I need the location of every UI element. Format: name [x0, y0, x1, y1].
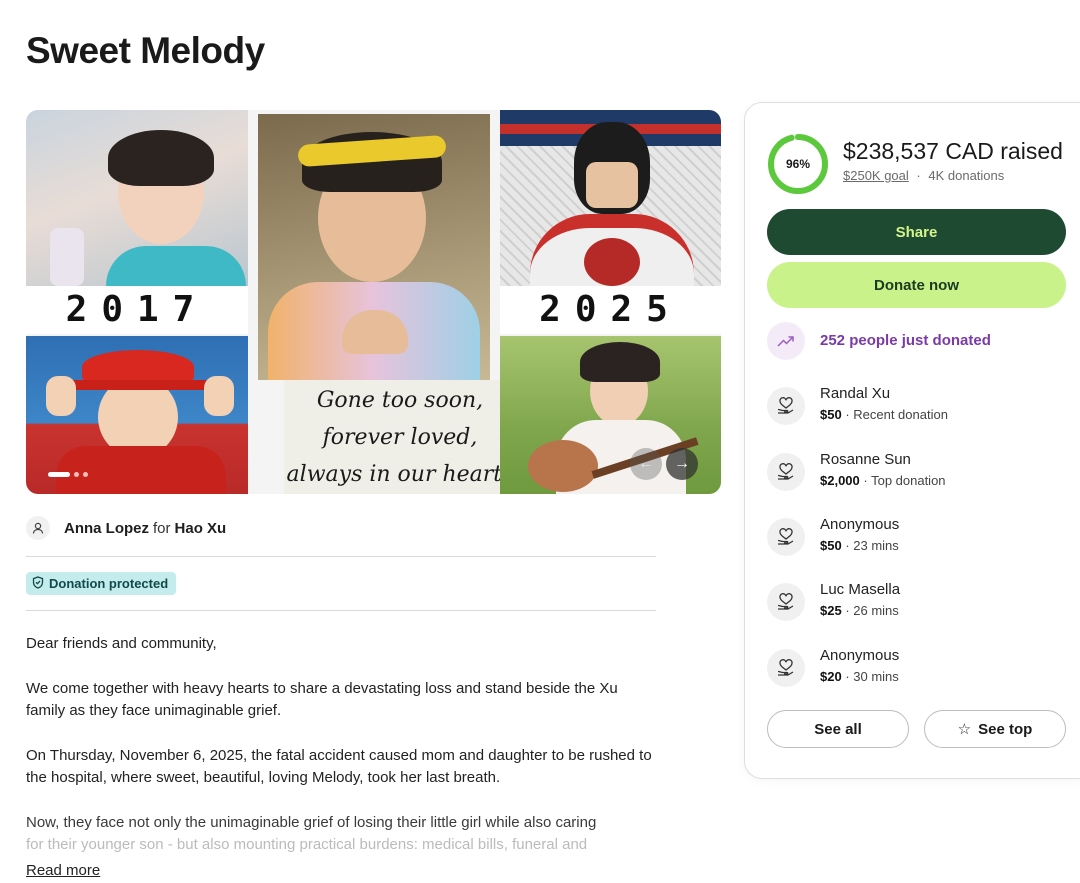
donation-list-item[interactable]: Anonymous $20 · 30 mins — [767, 647, 1067, 691]
story-text: Dear friends and community, We come toge… — [26, 633, 656, 856]
photo-gallery[interactable]: 2017 Gone too soon, forever loved, alway… — [26, 110, 721, 494]
donor-name: Rosanne Sun — [820, 451, 911, 468]
badge-label: Donation protected — [49, 576, 169, 591]
recent-donors-text: 252 people just donated — [820, 332, 991, 349]
trending-up-icon — [767, 322, 805, 360]
heart-hand-icon — [767, 453, 805, 491]
year-label-right: 2025 — [500, 286, 721, 334]
donation-detail: $50 · 23 mins — [820, 538, 899, 553]
gallery-next-button[interactable]: → — [666, 448, 698, 480]
gallery-caption: Gone too soon, forever loved, always in … — [284, 380, 516, 494]
donor-name: Luc Masella — [820, 581, 901, 598]
see-all-label: See all — [814, 720, 862, 738]
amount-raised: $238,537 CAD raised — [843, 138, 1063, 164]
shield-icon — [32, 575, 44, 592]
story-paragraph: We come together with heavy hearts to sh… — [26, 680, 618, 719]
photo-red-hat — [26, 336, 248, 494]
arrow-right-icon: → — [674, 455, 690, 472]
donation-list-item[interactable]: Randal Xu $50 · Recent donation — [767, 385, 1067, 429]
donation-note: · 30 mins — [841, 669, 899, 684]
goal-separator: · — [916, 168, 921, 183]
donation-detail: $20 · 30 mins — [820, 669, 899, 684]
person-icon — [26, 516, 50, 540]
donation-detail: $50 · Recent donation — [820, 407, 948, 422]
star-icon: ☆ — [957, 721, 972, 738]
beneficiary-name[interactable]: Hao Xu — [175, 520, 227, 537]
goal-amount[interactable]: $250K goal — [843, 168, 909, 183]
donation-amount: $25 — [820, 603, 842, 618]
donation-note: · 23 mins — [841, 538, 899, 553]
heart-hand-icon — [767, 387, 805, 425]
donation-card: 96% $238,537 CAD raised $250K goal · 4K … — [744, 102, 1080, 779]
divider — [26, 610, 656, 611]
gallery-prev-button[interactable]: ← — [630, 448, 662, 480]
heart-hand-icon — [767, 518, 805, 556]
see-top-label: See top — [978, 720, 1033, 738]
donation-note: · Recent donation — [841, 407, 948, 422]
caption-line-3: always in our hearts — [286, 462, 514, 487]
organizer-name[interactable]: Anna Lopez — [64, 520, 149, 537]
donation-note: · Top donation — [859, 473, 946, 488]
donation-protected-badge[interactable]: Donation protected — [26, 572, 177, 595]
page-title: Sweet Melody — [26, 30, 265, 71]
progress-percent: 96% — [785, 157, 811, 171]
caption-line-1: Gone too soon, — [316, 388, 484, 413]
heart-hand-icon — [767, 583, 805, 621]
divider — [26, 556, 656, 557]
story-paragraph-faded: for their younger son - but also mountin… — [26, 836, 588, 853]
arrow-left-icon: ← — [638, 455, 654, 472]
see-top-button[interactable]: ☆ See top — [924, 710, 1066, 748]
donor-name: Randal Xu — [820, 385, 891, 402]
goal-line: $250K goal · 4K donations — [843, 168, 1004, 183]
share-button[interactable]: Share — [767, 209, 1066, 255]
carousel-dots — [48, 472, 88, 477]
donation-amount: $50 — [820, 538, 842, 553]
carousel-dot[interactable] — [83, 472, 88, 477]
carousel-dot[interactable] — [48, 472, 70, 477]
donation-list-item[interactable]: Luc Masella $25 · 26 mins — [767, 581, 1067, 625]
read-more-link[interactable]: Read more — [26, 862, 100, 879]
organizer-row: Anna Lopez for Hao Xu — [26, 516, 226, 540]
story-paragraph: On Thursday, November 6, 2025, the fatal… — [26, 747, 652, 786]
donation-detail: $2,000 · Top donation — [820, 473, 946, 488]
donation-amount: $50 — [820, 407, 842, 422]
heart-hand-icon — [767, 649, 805, 687]
story-paragraph-faded: Now, they face not only the unimaginable… — [26, 814, 597, 831]
donor-name: Anonymous — [820, 647, 900, 664]
photo-toddler-2017 — [26, 110, 248, 286]
donation-amount: $2,000 — [820, 473, 860, 488]
donation-amount: $20 — [820, 669, 842, 684]
caption-line-2: forever loved, — [322, 425, 478, 450]
donation-detail: $25 · 26 mins — [820, 603, 899, 618]
donation-note: · 26 mins — [841, 603, 899, 618]
see-all-button[interactable]: See all — [767, 710, 909, 748]
organizer-for: for — [153, 519, 171, 537]
year-label-left: 2017 — [26, 286, 248, 334]
donation-count: 4K donations — [928, 168, 1005, 183]
story-paragraph: Dear friends and community, — [26, 635, 217, 652]
photo-heart-hands — [258, 114, 490, 380]
donation-list-item[interactable]: Anonymous $50 · 23 mins — [767, 516, 1067, 560]
donor-name: Anonymous — [820, 516, 900, 533]
carousel-dot[interactable] — [74, 472, 79, 477]
donate-now-button[interactable]: Donate now — [767, 262, 1066, 308]
donation-list-item[interactable]: Rosanne Sun $2,000 · Top donation — [767, 451, 1067, 495]
photo-hockey — [500, 110, 721, 286]
